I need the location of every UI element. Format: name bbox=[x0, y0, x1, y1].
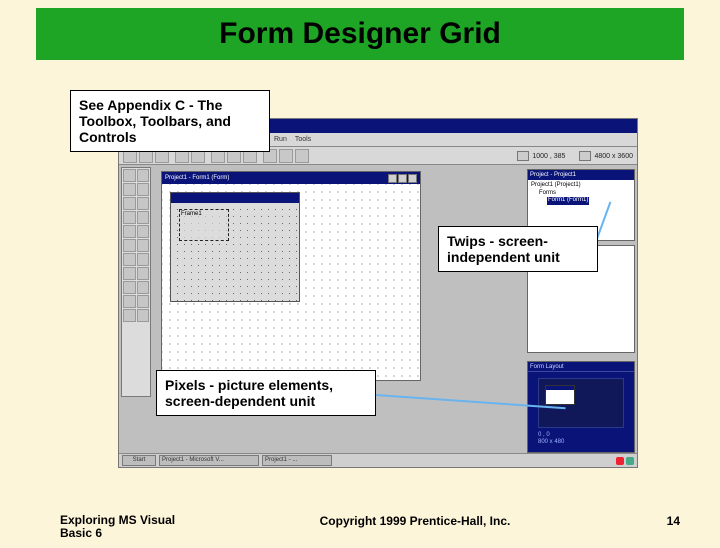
toolbar-button bbox=[295, 149, 309, 163]
designer-title: Project1 - Form1 (Form) bbox=[165, 175, 387, 181]
tray-icon bbox=[626, 457, 634, 465]
form-layout-titlebar: Form Layout bbox=[528, 362, 634, 372]
footer-copyright: Copyright 1999 Prentice-Hall, Inc. bbox=[210, 514, 620, 528]
layout-dimensions: 0 , 0 800 x 480 bbox=[528, 430, 634, 448]
callout-twips: Twips - screen-independent unit bbox=[438, 226, 598, 272]
form1-grid: Frame1 bbox=[171, 203, 299, 301]
close-icon bbox=[408, 174, 417, 183]
max-icon bbox=[398, 174, 407, 183]
coord-size: 4800 x 3600 bbox=[579, 151, 633, 161]
form-designer-window: Project1 - Form1 (Form) Frame1 bbox=[161, 171, 421, 381]
system-tray bbox=[616, 457, 634, 465]
project-titlebar: Project - Project1 bbox=[528, 170, 634, 180]
taskbar-item: Project1 - ... bbox=[262, 455, 332, 466]
callout-pixels: Pixels - picture elements, screen-depend… bbox=[156, 370, 376, 416]
start-button: Start bbox=[122, 455, 156, 466]
menu-item: Run bbox=[274, 136, 287, 143]
dims-pos: 0 , 0 bbox=[538, 432, 624, 439]
layout-screen bbox=[538, 378, 624, 428]
vb-toolbox bbox=[121, 167, 151, 397]
tree-folder: Forms bbox=[531, 190, 631, 198]
footer-left: Exploring MS Visual Basic 6 bbox=[60, 514, 210, 540]
tree-root: Project1 (Project1) bbox=[531, 182, 631, 190]
menu-item: Tools bbox=[295, 136, 311, 143]
frame-control: Frame1 bbox=[179, 209, 229, 241]
slide-title: Form Designer Grid bbox=[219, 17, 501, 51]
taskbar-item: Project1 - Microsoft V... bbox=[159, 455, 259, 466]
designer-titlebar: Project1 - Form1 (Form) bbox=[162, 172, 420, 184]
form1-titlebar bbox=[171, 193, 299, 203]
toolbar-coordinates: 1000 , 385 4800 x 3600 bbox=[517, 151, 633, 161]
min-icon bbox=[388, 174, 397, 183]
tree-item-selected: Form1 (Form1) bbox=[547, 197, 589, 205]
dims-size: 800 x 480 bbox=[538, 439, 624, 446]
slide-title-bar: Form Designer Grid bbox=[36, 8, 684, 60]
callout-appendix: See Appendix C - The Toolbox, Toolbars, … bbox=[70, 90, 270, 152]
designer-grid: Frame1 bbox=[162, 184, 420, 380]
form1-window: Frame1 bbox=[170, 192, 300, 302]
toolbar-button bbox=[279, 149, 293, 163]
footer-page-number: 14 bbox=[620, 514, 680, 528]
slide-footer: Exploring MS Visual Basic 6 Copyright 19… bbox=[0, 514, 720, 540]
coord-position: 1000 , 385 bbox=[517, 151, 565, 161]
project-tree: Project1 (Project1) Forms Form1 (Form1) bbox=[528, 180, 634, 207]
windows-taskbar: Start Project1 - Microsoft V... Project1… bbox=[119, 453, 637, 467]
tray-icon bbox=[616, 457, 624, 465]
layout-mini-form bbox=[545, 385, 575, 405]
